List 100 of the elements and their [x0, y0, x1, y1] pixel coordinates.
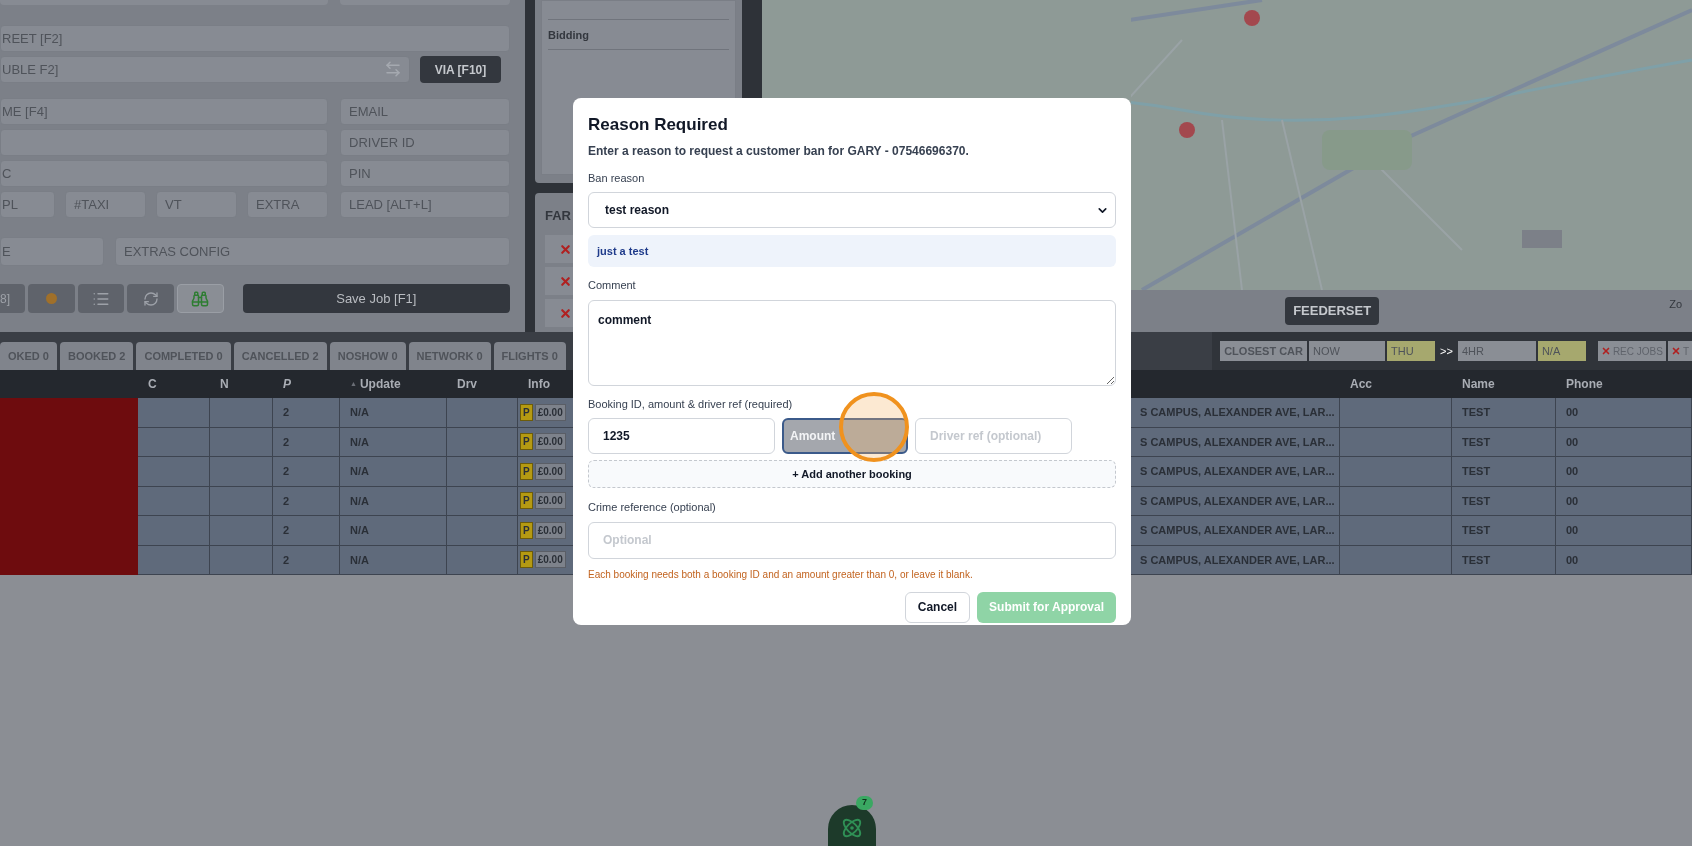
table-cell-text: N/A: [350, 405, 369, 420]
table-cell-text: TEST: [1462, 405, 1491, 420]
fare-badge: £0.00: [534, 551, 566, 569]
comment-label: Comment: [588, 278, 637, 293]
fare-badge: £0.00: [534, 462, 566, 480]
text-field[interactable]: UBLE F2]: [0, 56, 410, 83]
binoculars-button[interactable]: [176, 284, 224, 313]
text-field[interactable]: EXTRAS CONFIG: [115, 237, 510, 266]
payment-badge: P: [520, 433, 533, 451]
text-field[interactable]: EMAIL: [340, 98, 510, 125]
table-cell-text: 00: [1566, 552, 1579, 568]
booking-id-field[interactable]: 1235: [588, 418, 775, 454]
text-field[interactable]: C: [0, 160, 328, 187]
fare-badge: £0.00: [534, 492, 566, 510]
table-cell: [138, 545, 210, 575]
payment-badge: P: [520, 492, 533, 510]
table-cell-text: S CAMPUS, ALEXANDER AVE, LAR...: [1140, 405, 1335, 420]
table-cell-text: 00: [1566, 464, 1579, 479]
refresh-button[interactable]: [127, 284, 174, 313]
list-button[interactable]: [77, 284, 125, 313]
table-cell: [138, 457, 210, 487]
table-cell-text: N/A: [350, 493, 369, 509]
table-cell-text: TEST: [1462, 464, 1491, 479]
crime-reference-label: Crime reference (optional): [588, 500, 717, 515]
column-header[interactable]: P: [283, 375, 291, 393]
refresh-icon: [142, 290, 159, 307]
ban-reason-label: Ban reason: [588, 170, 646, 186]
table-cell-text: N/A: [350, 464, 369, 479]
column-header[interactable]: Drv: [457, 375, 477, 393]
column-header[interactable]: Name: [1462, 375, 1495, 393]
atom-icon: [841, 817, 863, 839]
crime-reference-field[interactable]: Optional: [588, 521, 1116, 559]
assistant-button[interactable]: [828, 805, 876, 846]
table-cell-text: 2: [283, 523, 290, 538]
remove-icon[interactable]: [558, 274, 572, 288]
table-cell-text: 2: [283, 434, 290, 450]
text-field[interactable]: #TAXI: [65, 191, 146, 218]
cancel-button[interactable]: Cancel: [904, 591, 971, 623]
day-field: THU: [1387, 341, 1435, 361]
dialog-title: Reason Required: [588, 114, 729, 136]
remove-icon: [1600, 346, 1611, 356]
table-cell-text: N/A: [350, 552, 369, 568]
text-field[interactable]: REET [F2]: [0, 25, 510, 52]
column-header[interactable]: C: [148, 375, 157, 393]
remove-icon: [1670, 346, 1681, 356]
via-button[interactable]: VIA [F10]: [420, 56, 501, 83]
ban-reason-select[interactable]: test reason: [588, 192, 1116, 228]
remove-icon[interactable]: [558, 242, 572, 256]
table-cell-text: 2: [283, 552, 290, 568]
text-field[interactable]: PL: [0, 191, 55, 218]
text-field[interactable]: ME [F4]: [0, 98, 328, 125]
table-cell: [138, 398, 210, 428]
save-job-button[interactable]: Save Job [F1]: [242, 284, 510, 313]
validation-message: Each booking needs both a booking ID and an amount greater than 0, or leave it blank.: [588, 567, 974, 582]
text-field[interactable]: PIN: [340, 160, 510, 187]
comment-field[interactable]: comment: [588, 299, 1116, 386]
remove-icon[interactable]: [558, 306, 572, 320]
bidding-label: Bidding: [548, 29, 589, 41]
table-cell-text: TEST: [1462, 434, 1491, 450]
table-cell-text: N/A: [350, 523, 369, 538]
column-header[interactable]: N: [220, 375, 229, 393]
table-cell: [138, 516, 210, 546]
table-cell-text: 00: [1566, 493, 1579, 509]
payment-badge: P: [520, 521, 533, 539]
text-field[interactable]: LEAD [ALT+L]: [340, 191, 510, 218]
binoculars-icon: [191, 289, 210, 308]
table-cell-text: 2: [283, 493, 290, 509]
column-header[interactable]: Info: [528, 375, 550, 393]
amount-field[interactable]: Amount: [782, 418, 908, 454]
column-header[interactable]: Phone: [1566, 375, 1603, 393]
text-field[interactable]: DRIVER ID: [340, 129, 510, 156]
payment-badge: P: [520, 462, 533, 480]
table-cell-text: N/A: [350, 434, 369, 450]
fare-title: FAR: [545, 207, 571, 225]
dialog-subtitle: Enter a reason to request a customer ban for GARY - 07546696370.: [588, 142, 970, 160]
table-cell-text: 00: [1566, 523, 1579, 538]
table-cell-text: S CAMPUS, ALEXANDER AVE, LAR...: [1140, 552, 1335, 568]
feederset-button[interactable]: FEEDERSET: [1285, 297, 1380, 325]
column-header[interactable]: Acc: [1350, 375, 1372, 393]
table-cell-text: 2: [283, 464, 290, 479]
driver-ref-field[interactable]: Driver ref (optional): [915, 418, 1072, 454]
table-cell-text: 2: [283, 405, 290, 420]
swap-icon[interactable]: [384, 60, 402, 78]
table-cell-text: 00: [1566, 405, 1579, 420]
table-cell-text: S CAMPUS, ALEXANDER AVE, LAR...: [1140, 493, 1335, 509]
payment-badge: P: [520, 551, 533, 569]
table-cell-text: TEST: [1462, 523, 1491, 538]
table-cell-text: S CAMPUS, ALEXANDER AVE, LAR...: [1140, 434, 1335, 450]
text-field[interactable]: E: [0, 237, 104, 266]
day-field: N/A: [1537, 341, 1586, 361]
text-field[interactable]: VT: [156, 191, 237, 218]
add-booking-button[interactable]: + Add another booking: [588, 460, 1116, 488]
table-cell-text: 00: [1566, 434, 1579, 450]
reason-note: just a test: [588, 235, 1116, 267]
bookings-label: Booking ID, amount & driver ref (required): [588, 396, 794, 412]
fare-badge: £0.00: [534, 433, 566, 451]
status-button[interactable]: [27, 284, 75, 313]
text-field[interactable]: EXTRA: [247, 191, 328, 218]
column-header[interactable]: Update: [359, 375, 401, 393]
table-cell-text: S CAMPUS, ALEXANDER AVE, LAR...: [1140, 523, 1335, 538]
